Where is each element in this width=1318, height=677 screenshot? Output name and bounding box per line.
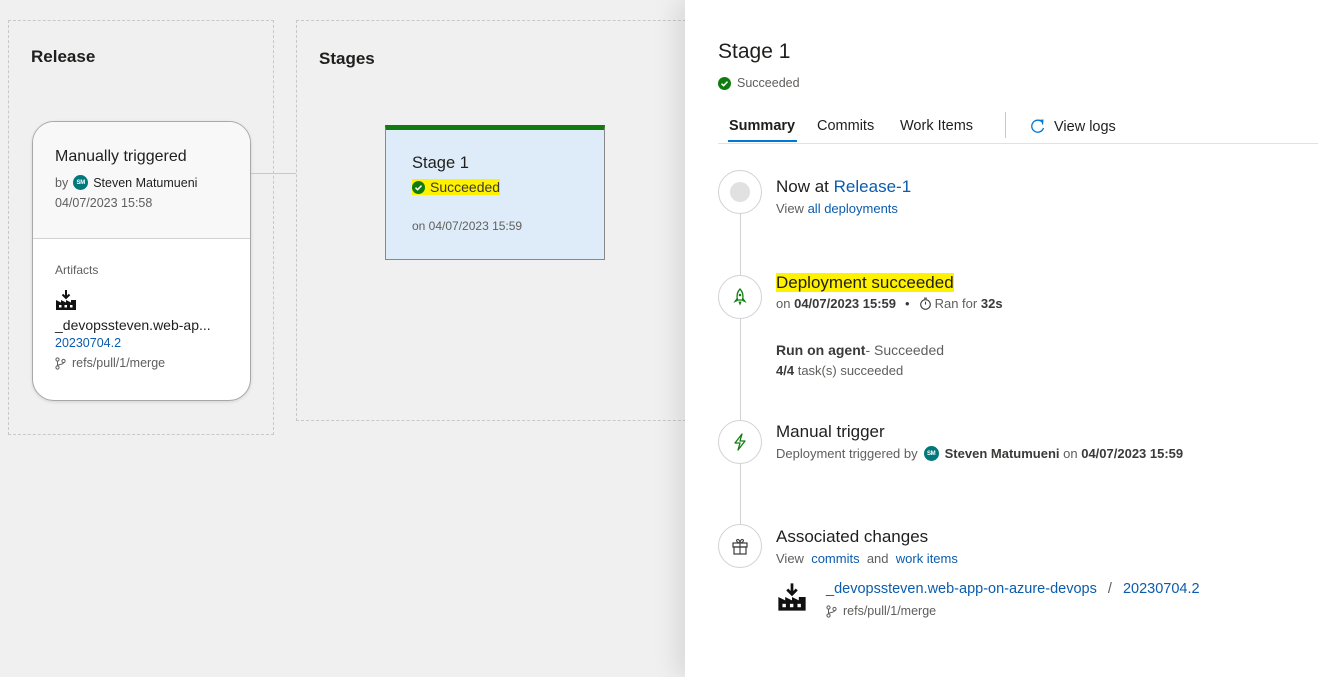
detail-status: Succeeded [718, 76, 800, 90]
triggered-by-label: Deployment triggered by [776, 446, 918, 461]
refresh-icon [1031, 119, 1045, 133]
tasks-line: 4/4 task(s) succeeded [776, 363, 903, 378]
release-link[interactable]: Release-1 [834, 177, 912, 196]
now-at-label: Now at [776, 177, 829, 196]
branch-name: refs/pull/1/merge [843, 604, 937, 618]
stage-status: Succeeded [412, 179, 501, 195]
detail-status-label: Succeeded [737, 76, 800, 90]
success-check-icon [412, 180, 425, 194]
build-artifact-icon [56, 290, 76, 310]
artifact-name: _devopssteven.web-ap... [55, 317, 211, 333]
commits-link[interactable]: commits [811, 551, 859, 566]
timeline-changes-node [718, 524, 762, 568]
release-trigger-card[interactable]: Manually triggered by SM Steven Matumuen… [32, 121, 251, 401]
trigger-by-line: by SM Steven Matumueni [55, 175, 250, 190]
stage-name: Stage 1 [412, 154, 469, 172]
manual-trigger-heading: Manual trigger [776, 422, 885, 441]
and-label: and [866, 551, 889, 566]
on-label: on [776, 296, 791, 311]
timeline-line [740, 175, 741, 555]
trigger-title: Manually triggered [55, 148, 187, 165]
view-logs-button[interactable]: View logs [1029, 118, 1116, 135]
associated-changes-links: View commits and work items [776, 551, 958, 566]
stage-status-label: Succeeded [430, 179, 501, 195]
agent-status: - Succeeded [865, 342, 945, 358]
trigger-user: Steven Matumueni [944, 446, 1060, 461]
all-deployments-link[interactable]: all deployments [808, 201, 898, 216]
artifact-branch: refs/pull/1/merge [826, 604, 936, 618]
associated-changes-heading: Associated changes [776, 527, 929, 546]
tasks-count: 4/4 [776, 363, 795, 378]
avatar: SM [923, 446, 939, 461]
tab-summary[interactable]: Summary [729, 118, 795, 134]
tab-commits[interactable]: Commits [817, 118, 874, 134]
gift-icon [732, 538, 748, 555]
trigger-date: 04/07/2023 15:59 [1081, 446, 1184, 461]
detail-title: Stage 1 [718, 40, 791, 63]
dot-separator: • [905, 296, 910, 311]
ran-for-label: Ran for [934, 296, 978, 311]
view-label: View [776, 201, 804, 216]
artifact-version-link[interactable]: 20230704.2 [55, 336, 250, 350]
release-section-title: Release [31, 47, 96, 66]
stage-card[interactable]: Stage 1 Succeeded on 04/07/2023 15:59 [385, 125, 605, 260]
ran-for-value: 32s [980, 296, 1003, 311]
stage-date: on 04/07/2023 15:59 [412, 218, 523, 233]
build-artifact-icon [778, 583, 806, 611]
current-marker-icon [730, 182, 750, 202]
view-deployments-line: View all deployments [776, 201, 898, 216]
deploy-date: 04/07/2023 15:59 [794, 296, 897, 311]
view-label: View [776, 551, 804, 566]
timer-icon [919, 297, 931, 310]
artifact-separator: / [1107, 581, 1112, 597]
now-at-heading: Now at Release-1 [776, 177, 911, 197]
stage-detail-panel: Stage 1 Succeeded Summary Commits Work I… [685, 0, 1318, 677]
view-logs-label: View logs [1054, 118, 1116, 135]
artifact-version-link[interactable]: 20230704.2 [1123, 581, 1200, 597]
selected-tab-indicator [728, 140, 797, 142]
success-check-icon [718, 76, 731, 90]
by-label: by [55, 175, 69, 190]
branch-name: refs/pull/1/merge [72, 356, 166, 370]
pipeline-connector [251, 173, 296, 174]
detail-tabs: Summary Commits Work Items View logs [718, 109, 1318, 144]
triggered-by-line: Deployment triggered by SM Steven Matumu… [776, 446, 1183, 461]
tasks-text: task(s) succeeded [797, 363, 904, 378]
trigger-header: Manually triggered by SM Steven Matumuen… [33, 122, 250, 239]
deploy-heading: Deployment succeeded [776, 273, 954, 293]
artifacts-label: Artifacts [55, 263, 99, 277]
trigger-date: 04/07/2023 15:58 [55, 196, 153, 210]
avatar: SM [73, 175, 89, 190]
rocket-icon [733, 288, 747, 306]
deploy-meta-line: on 04/07/2023 15:59 • Ran for 32s [776, 296, 1003, 311]
artifacts-area: Artifacts _devopssteven.web-ap... 202307… [33, 239, 250, 370]
timeline-current-node [718, 170, 762, 214]
agent-line: Run on agent - Succeeded [776, 342, 944, 358]
agent-label[interactable]: Run on agent [776, 342, 865, 358]
timeline-deploy-node [718, 275, 762, 319]
branch-icon [826, 604, 837, 618]
work-items-link[interactable]: work items [896, 551, 958, 566]
trigger-user-name: Steven Matumueni [93, 175, 198, 190]
on-label: on [1063, 446, 1078, 461]
deploy-title: Deployment succeeded [776, 273, 954, 292]
timeline-trigger-node [718, 420, 762, 464]
artifact-full-link[interactable]: _devopssteven.web-app-on-azure-devops [826, 581, 1097, 597]
tab-divider [1005, 112, 1006, 138]
branch-icon [55, 356, 66, 370]
lightning-icon [734, 433, 746, 451]
artifact-row: _devopssteven.web-app-on-azure-devops / … [826, 581, 1200, 597]
tab-work-items[interactable]: Work Items [900, 118, 973, 134]
artifact-branch: refs/pull/1/merge [55, 356, 250, 370]
stages-section-title: Stages [319, 49, 375, 68]
